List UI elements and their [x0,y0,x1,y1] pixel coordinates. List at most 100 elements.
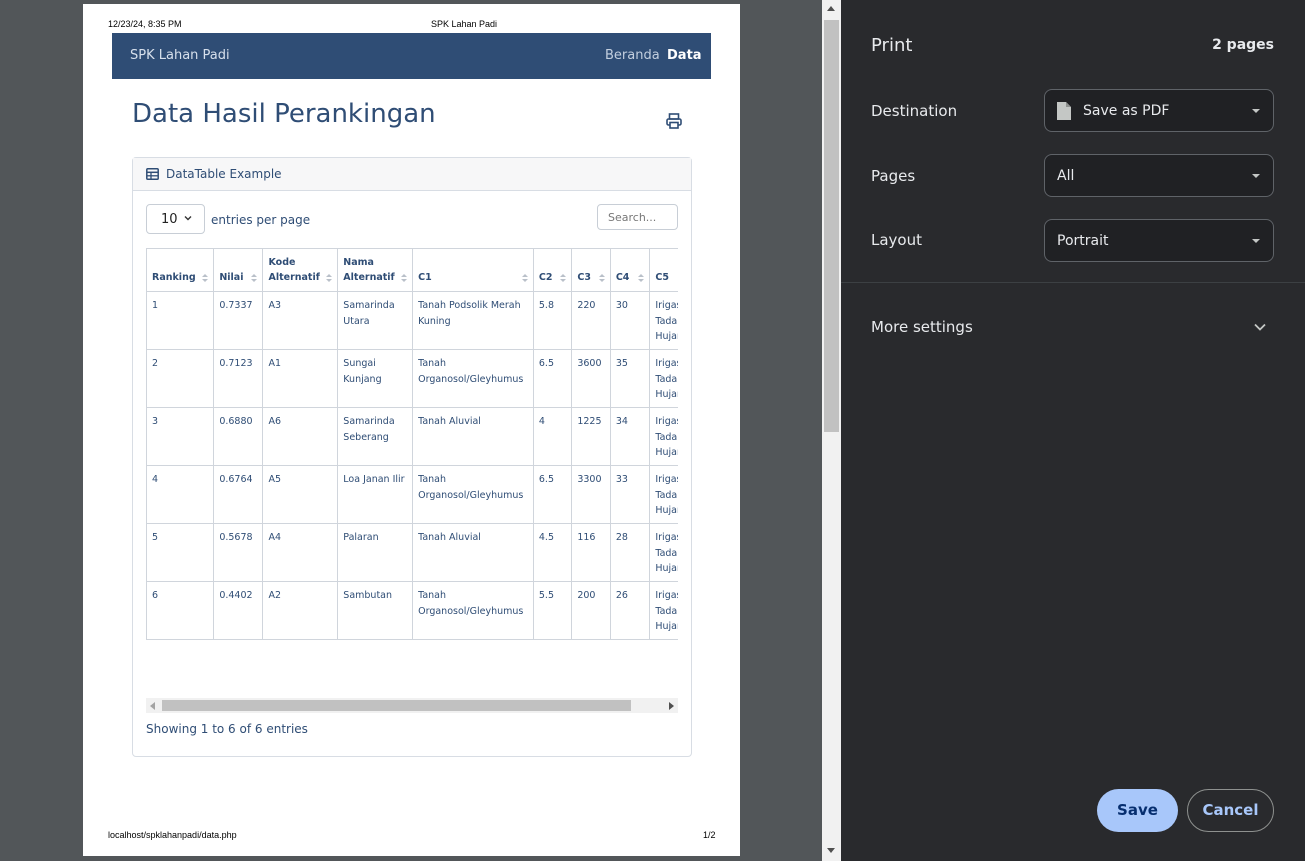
table-cell: 0.6764 [213,465,264,524]
table-icon [146,168,159,180]
destination-value: Save as PDF [1083,103,1170,119]
chevron-down-icon [184,216,192,221]
table-scroll-container: Ranking Nilai Kode Alternatif Nama Alternat… [146,248,678,640]
pages-label: Pages [871,167,916,185]
table-cell: Tanah Organosol/Gleyhumus [412,581,534,640]
entries-per-page-label: entries per page [211,213,311,227]
page-footer-number: 1/2 [703,830,716,840]
table-cell: 35 [609,349,651,408]
column-header-label: Nama Alternatif [343,257,395,283]
pages-select[interactable]: All [1044,154,1274,197]
caret-down-icon [1252,109,1260,113]
scroll-up-arrow[interactable] [827,6,835,11]
column-header-label: Nilai [219,272,244,283]
column-header-label: C1 [418,272,432,283]
site-navbar: SPK Lahan Padi Beranda Data [112,33,711,79]
table-cell: 0.7337 [213,291,264,350]
table-cell: A1 [262,349,339,408]
table-cell: 6.5 [532,349,573,408]
column-header: C5 [649,248,678,292]
scroll-right-arrow [669,702,674,710]
table-cell: A4 [262,523,339,582]
table-cell: Palaran [337,523,414,582]
table-cell: Sungai Kunjang [337,349,414,408]
table-cell: Samarinda Utara [337,291,414,350]
cancel-button[interactable]: Cancel [1187,789,1274,832]
table-cell: 0.6880 [213,407,264,466]
search-input: Search... [597,204,678,230]
table-row: 1 0.7337 A3 Samarinda Utara Tanah Podsolik M… [146,291,678,350]
table-cell: 26 [609,581,651,640]
table-cell: A5 [262,465,339,524]
table-cell: 5.8 [532,291,573,350]
destination-label: Destination [871,102,958,120]
card-header: DataTable Example [133,158,691,191]
card-title: DataTable Example [166,167,282,181]
more-settings-toggle[interactable]: More settings [871,318,973,336]
nav-link-data: Data [667,48,702,63]
table-row: 2 0.7123 A1 Sungai Kunjang Tanah Organosol/G… [146,349,678,408]
column-header: Kode Alternatif [262,248,339,292]
table-cell: Tanah Aluvial [412,407,534,466]
scroll-down-arrow[interactable] [827,848,835,853]
table-cell: Sambutan [337,581,414,640]
datatable-card: DataTable Example 10 entries per page Se… [132,157,692,757]
save-button[interactable]: Save [1097,789,1178,832]
print-settings-panel: Print 2 pages Destination Save as PDF Pa… [841,0,1305,861]
table-cell: Tanah Aluvial [412,523,534,582]
column-header-label: C2 [538,272,553,283]
table-cell: 5 [146,523,215,582]
table-cell: Irigasi Tadah Hujan [649,523,678,582]
layout-select[interactable]: Portrait [1044,219,1274,262]
table-cell: 220 [571,291,611,350]
sheet-count: 2 pages [1212,37,1274,53]
entries-per-page-select: 10 [146,204,205,234]
page-footer-url: localhost/spklahanpadi/data.php [108,830,237,840]
table-cell: 2 [146,349,215,408]
preview-page: 12/23/24, 8:35 PM SPK Lahan Padi SPK Lah… [83,4,740,856]
chevron-down-icon[interactable] [1253,320,1267,334]
column-header: C1 [412,248,534,292]
table-cell: 116 [571,523,611,582]
table-body: 1 0.7337 A3 Samarinda Utara Tanah Podsolik M… [146,291,678,640]
preview-scrollbar[interactable] [822,0,841,861]
table-cell: 3300 [571,465,611,524]
table-cell: Loa Janan Ilir [337,465,414,524]
table-cell: 3600 [571,349,611,408]
table-cell: A3 [262,291,339,350]
column-header-label: C4 [615,272,630,283]
column-header: Nama Alternatif [337,248,414,292]
table-cell: 4 [532,407,573,466]
table-cell: A2 [262,581,339,640]
sort-icon [251,274,258,282]
sort-icon [638,274,645,282]
table-cell: Tanah Organosol/Gleyhumus [412,465,534,524]
table-cell: Irigasi Tadah Hujan [649,407,678,466]
document-icon [1057,102,1071,120]
sort-icon [401,274,408,282]
destination-select[interactable]: Save as PDF [1044,89,1274,132]
layout-label: Layout [871,231,922,249]
pages-value: All [1057,168,1075,184]
layout-value: Portrait [1057,233,1109,249]
table-cell: 1225 [571,407,611,466]
preview-scroll-thumb[interactable] [824,20,839,432]
table-cell: A6 [262,407,339,466]
table-cell: Irigasi Tadah Hujan [649,465,678,524]
table-cell: 6 [146,581,215,640]
table-cell: 28 [609,523,651,582]
panel-divider [841,282,1305,283]
column-header: Ranking [146,248,215,292]
print-preview-area: 12/23/24, 8:35 PM SPK Lahan Padi SPK Lah… [0,0,841,861]
table-cell: 34 [609,407,651,466]
horizontal-scroll-thumb [162,700,631,711]
table-cell: 0.5678 [213,523,264,582]
table-cell: 1 [146,291,215,350]
column-header: C2 [532,248,573,292]
table-row: 3 0.6880 A6 Samarinda Seberang Tanah Aluvial… [146,407,678,466]
table-info: Showing 1 to 6 of 6 entries [146,722,308,736]
table-cell: 0.7123 [213,349,264,408]
caret-down-icon [1252,174,1260,178]
navbar-brand: SPK Lahan Padi [130,48,230,63]
printer-icon [666,113,682,129]
